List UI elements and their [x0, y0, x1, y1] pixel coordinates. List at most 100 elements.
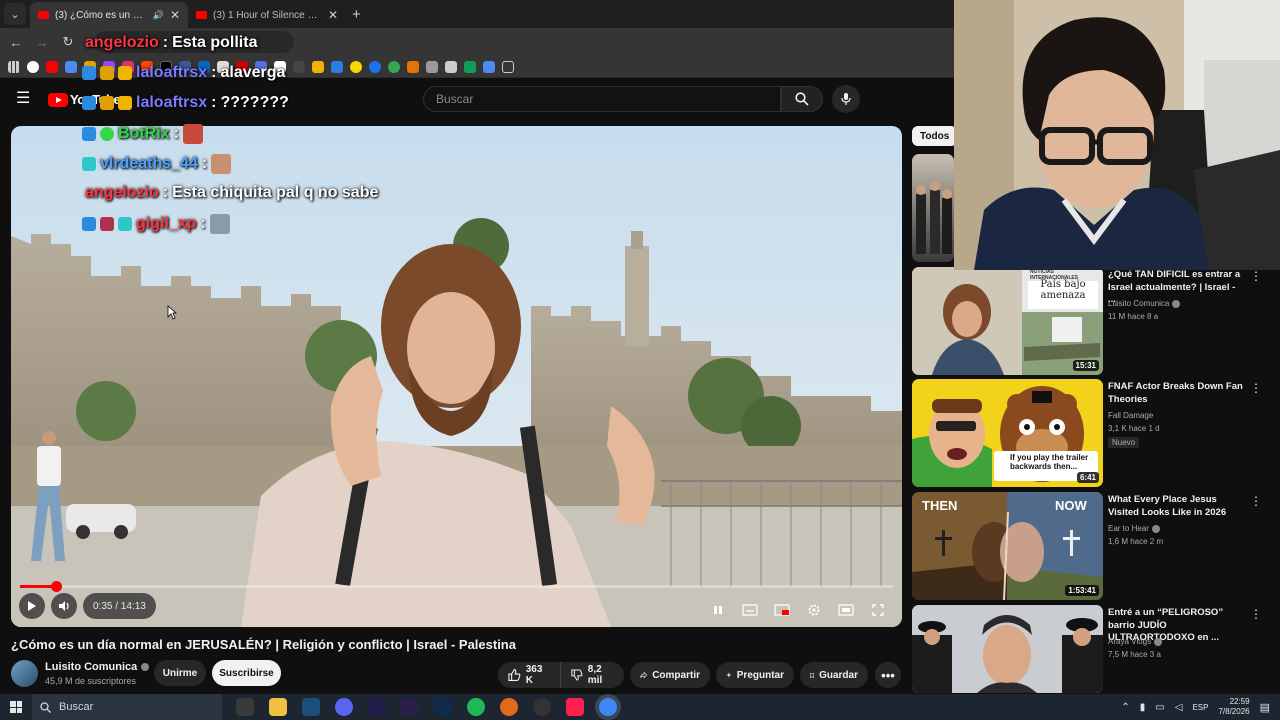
close-tab-icon[interactable]: ✕ [170, 8, 180, 22]
volume-icon[interactable]: ◁ [1175, 702, 1183, 713]
forward-arrow-icon[interactable]: → [34, 35, 50, 50]
bookmark-youtube-icon[interactable] [46, 60, 58, 73]
windows-start-icon[interactable] [10, 701, 22, 713]
bookmark-google-icon[interactable] [27, 60, 39, 73]
bookmark-icon[interactable] [483, 60, 495, 73]
volume-button[interactable] [51, 593, 77, 619]
bookmark-icon[interactable] [407, 60, 419, 73]
chat-username: angelozio [85, 184, 159, 201]
apps-grid-icon[interactable] [8, 60, 20, 73]
bookmark-folder-icon[interactable] [502, 60, 514, 73]
notifications-icon[interactable]: ▤ [1260, 701, 1270, 714]
duration-badge: 15:31 [1072, 360, 1099, 371]
bookmark-icon[interactable] [369, 60, 381, 73]
new-tab-button[interactable]: + [352, 6, 361, 23]
save-button[interactable]: Guardar [800, 662, 868, 688]
subtitles-icon[interactable] [740, 602, 760, 618]
bookmark-icon[interactable] [350, 60, 362, 73]
channel-name[interactable]: Luisito Comunica [45, 661, 150, 673]
crown-badge-icon [118, 96, 132, 110]
after-effects-icon[interactable] [368, 698, 386, 716]
recommendation-item[interactable]: If you play the trailer backwards then..… [912, 379, 1280, 487]
discord-icon[interactable] [335, 698, 353, 716]
bookmark-sheets-icon[interactable] [464, 60, 476, 73]
speaker-icon[interactable]: 🔊 [153, 10, 164, 21]
save-label: Guardar [819, 669, 858, 681]
spotify-icon[interactable] [467, 698, 485, 716]
tab-inactive[interactable]: (3) 1 Hour of Silence Occasional ✕ [188, 2, 346, 28]
chat-message: BotRix : [82, 124, 203, 144]
taskbar-app-icon[interactable] [236, 698, 254, 716]
taskbar-app-icon[interactable] [500, 698, 518, 716]
recommendation-item[interactable]: NOTICIAS INTERNACIONALES País bajo amena… [912, 267, 1280, 375]
search-input[interactable]: Buscar [423, 86, 781, 112]
photoshop-icon[interactable] [434, 698, 452, 716]
search-button[interactable] [781, 86, 823, 112]
taskbar-app-icon[interactable] [533, 698, 551, 716]
play-button[interactable] [19, 593, 45, 619]
bookmark-icon[interactable] [65, 60, 77, 73]
chrome-icon[interactable] [599, 698, 617, 716]
recommendation-channel: Ear to Hear [1108, 524, 1160, 533]
clock[interactable]: 22:59 7/8/2026 [1218, 697, 1249, 717]
bookmark-icon[interactable] [312, 60, 324, 73]
more-vertical-icon[interactable]: ⋮ [1250, 269, 1262, 283]
menu-icon[interactable]: ☰ [16, 91, 32, 107]
chat-separator: : [211, 94, 217, 111]
ask-button[interactable]: Preguntar [716, 662, 794, 688]
taskbar-search[interactable]: Buscar [32, 694, 222, 720]
bookmark-icon [810, 672, 814, 678]
more-vertical-icon[interactable]: ⋮ [1250, 607, 1262, 621]
file-explorer-icon[interactable] [269, 698, 287, 716]
language-indicator[interactable]: ESP [1192, 703, 1208, 712]
bookmark-icon[interactable] [293, 60, 305, 73]
join-button[interactable]: Unirme [154, 660, 206, 686]
network-icon[interactable]: ▭ [1155, 702, 1164, 713]
channel-avatar[interactable] [11, 660, 38, 687]
dislike-button[interactable]: 8,2 mil [560, 662, 624, 688]
recommendation-thumbnail [912, 605, 1103, 693]
more-actions-button[interactable]: ••• [875, 662, 901, 688]
recommendation-channel: Araya Vlogs [1108, 637, 1163, 646]
microphone-icon[interactable]: ▮ [1140, 702, 1146, 713]
settings-gear-icon[interactable] [804, 602, 824, 618]
mouse-cursor-icon [167, 305, 177, 320]
share-button[interactable]: Compartir [630, 662, 710, 688]
theater-mode-icon[interactable] [836, 602, 856, 618]
taskbar-apps [236, 698, 617, 716]
back-arrow-icon[interactable]: ← [8, 35, 24, 50]
sub-badge-icon [100, 66, 114, 80]
pause-autoplay-icon[interactable] [708, 602, 728, 618]
tab-active[interactable]: (3) ¿Cómo es un día normal 🔊 ✕ [30, 2, 188, 28]
subscribe-button[interactable]: Suscribirse [212, 660, 281, 686]
player-controls-left: 0:35 / 14:13 [19, 593, 156, 619]
chat-separator: : [201, 155, 208, 172]
progress-bar[interactable] [20, 581, 893, 592]
tiktok-icon[interactable] [566, 698, 584, 716]
reload-icon[interactable]: ↻ [60, 34, 76, 50]
channel-name-text: Luisito Comunica [1108, 299, 1170, 308]
search-icon [795, 92, 809, 106]
voice-search-button[interactable] [832, 85, 860, 113]
recommendation-item[interactable]: THEN NOW 1:53:41 What Every Place Jesus … [912, 492, 1280, 600]
tab-search-chevron-icon[interactable]: ⌄ [4, 3, 26, 25]
steam-icon[interactable] [302, 698, 320, 716]
scrubber-handle[interactable] [50, 581, 62, 592]
filter-chip-all[interactable]: Todos [912, 126, 958, 146]
like-button[interactable]: 363 K [498, 662, 560, 688]
more-vertical-icon[interactable]: ⋮ [1250, 494, 1262, 508]
bookmark-icon[interactable] [445, 60, 457, 73]
recommendation-item[interactable]: Entré a un “PELIGROSO” barrio JUDÍO ULTR… [912, 605, 1280, 693]
chat-emote [211, 154, 232, 174]
fullscreen-icon[interactable] [868, 602, 888, 618]
more-vertical-icon[interactable]: ⋮ [1250, 381, 1262, 395]
miniplayer-red-icon[interactable] [772, 602, 792, 618]
bookmark-icon[interactable] [388, 60, 400, 73]
bookmark-icon[interactable] [426, 60, 438, 73]
chevron-up-icon[interactable]: ⌃ [1121, 702, 1129, 713]
close-tab-icon[interactable]: ✕ [328, 8, 338, 22]
youtube-favicon-icon [38, 11, 49, 19]
bookmark-icon[interactable] [331, 60, 343, 73]
premiere-icon[interactable] [401, 698, 419, 716]
system-tray: ⌃ ▮ ▭ ◁ ESP 22:59 7/8/2026 ▤ [1121, 694, 1270, 720]
